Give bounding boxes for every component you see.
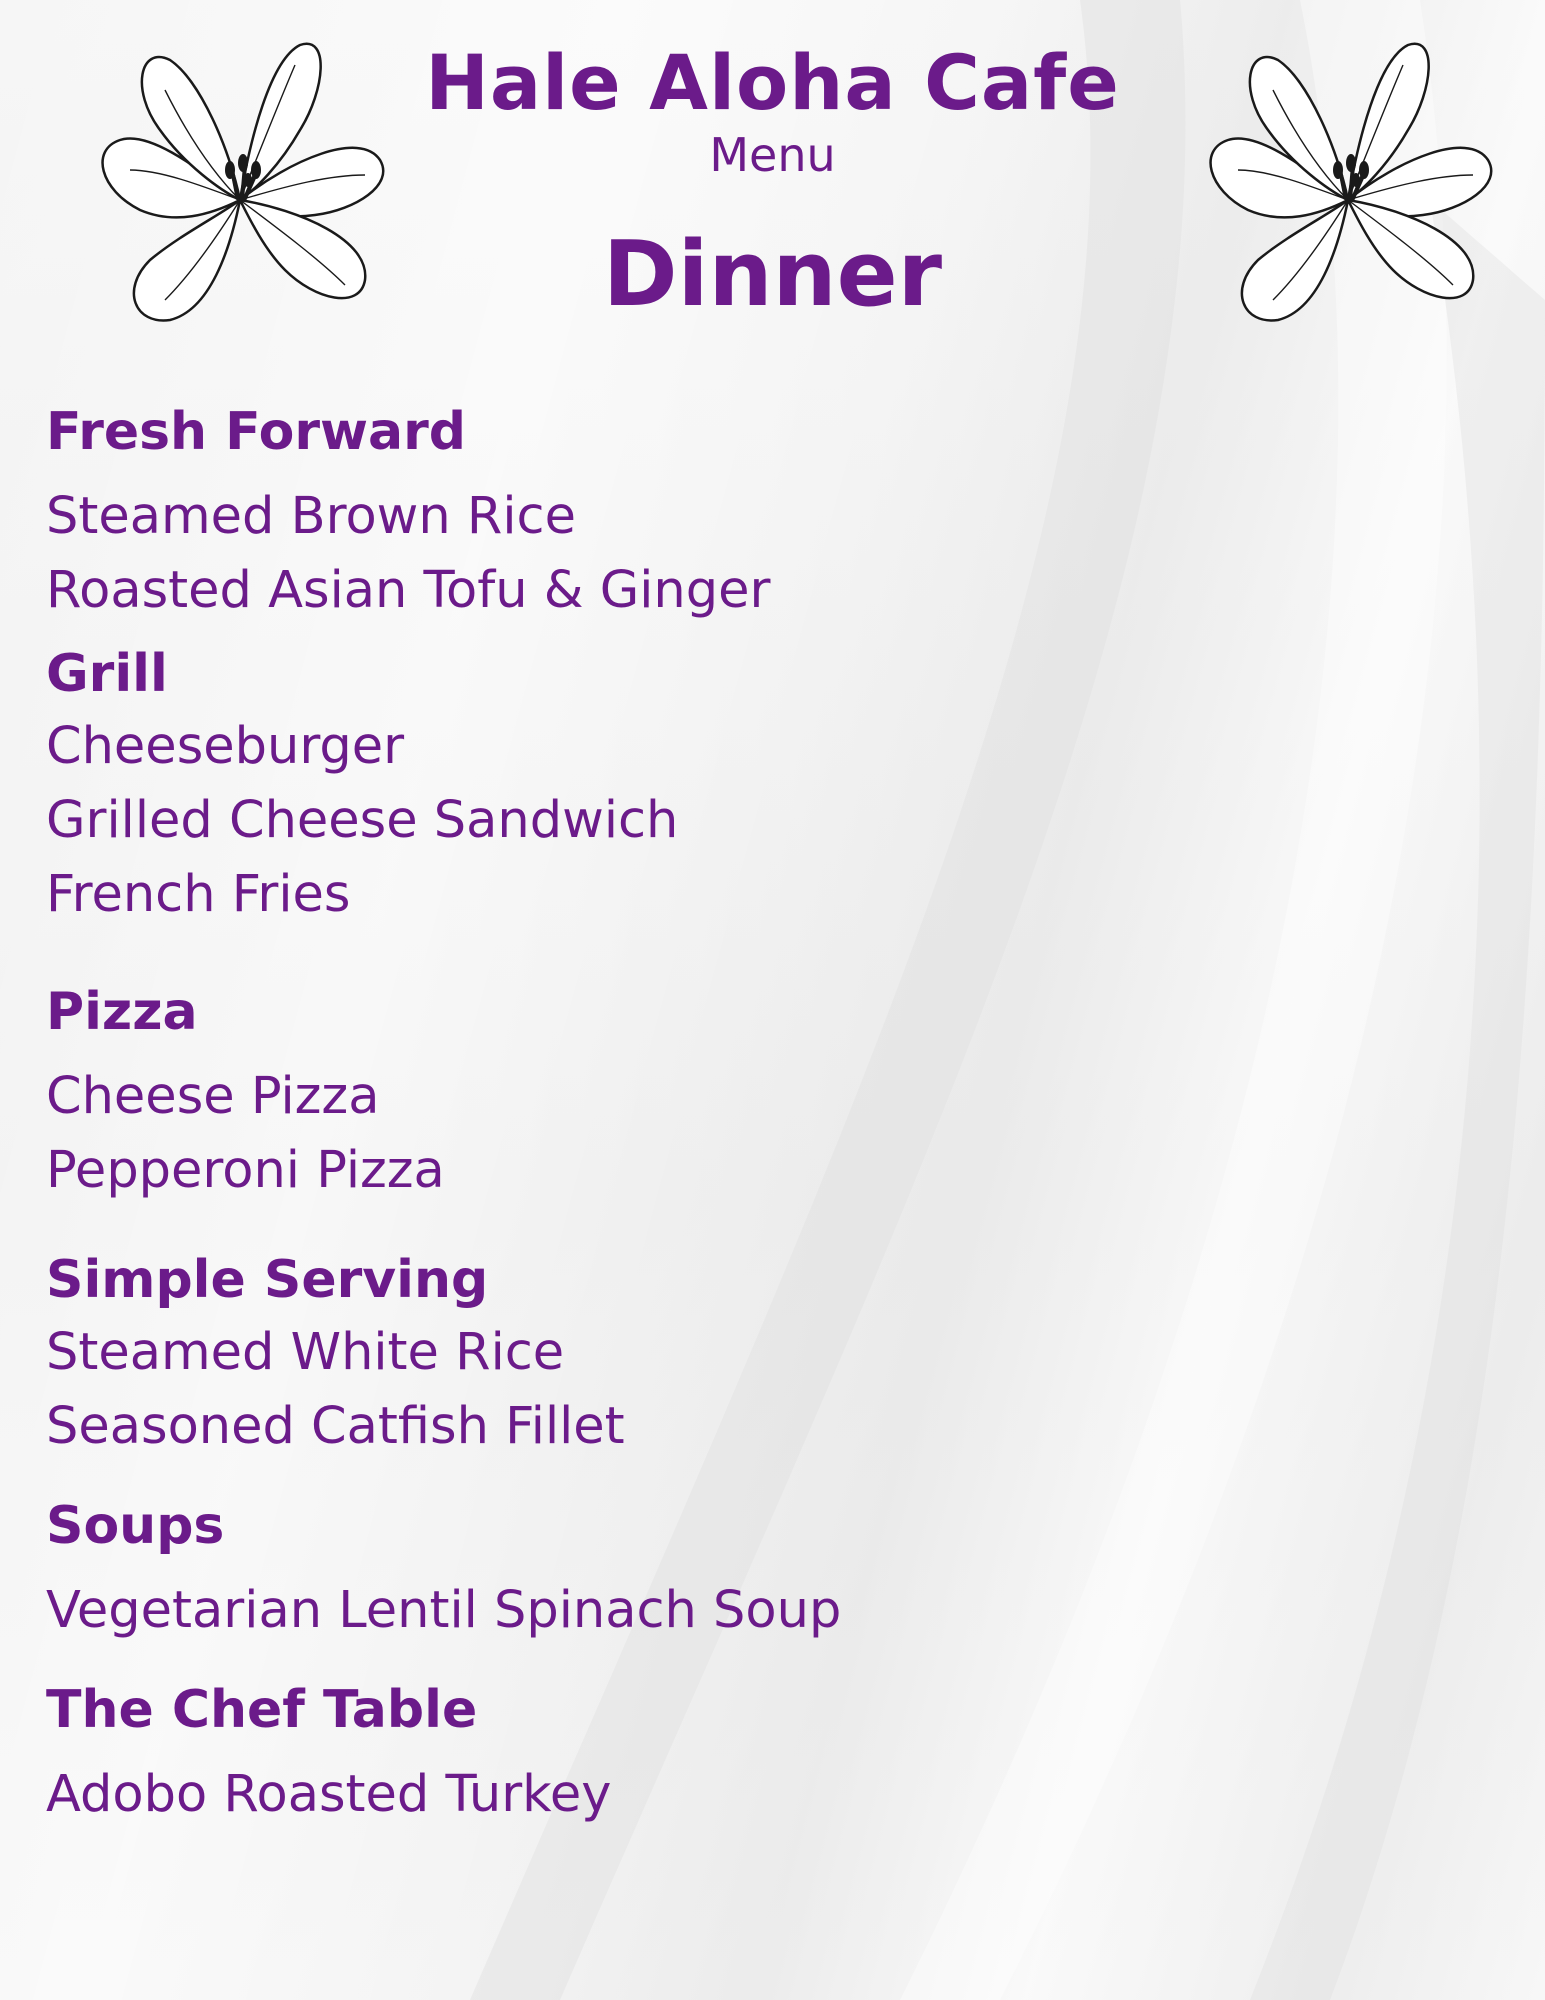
- menu-item: Pepperoni Pizza: [46, 1141, 445, 1200]
- menu-item: Steamed White Rice: [46, 1323, 565, 1382]
- section-title: Fresh Forward: [46, 402, 466, 462]
- menu-item: Vegetarian Lentil Spinach Soup: [46, 1581, 842, 1640]
- menu-item: Steamed Brown Rice: [46, 487, 576, 546]
- section-title: Grill: [46, 644, 168, 704]
- section-title: Soups: [46, 1496, 225, 1556]
- cafe-name: Hale Aloha Cafe: [425, 38, 1120, 127]
- section-title: The Chef Table: [46, 1680, 478, 1740]
- menu-item: Cheeseburger: [46, 717, 405, 776]
- menu-item: Seasoned Catfish Fillet: [46, 1397, 625, 1456]
- menu-section-pizza: Pizza Cheese Pizza Pepperoni Pizza: [46, 976, 1246, 1208]
- menu-item: Adobo Roasted Turkey: [46, 1765, 612, 1824]
- menu-item: French Fries: [46, 865, 351, 924]
- menu-item: Roasted Asian Tofu & Ginger: [46, 561, 771, 620]
- section-title: Simple Serving: [46, 1250, 489, 1310]
- menu-section-fresh-forward: Fresh Forward Steamed Brown Rice Roasted…: [46, 396, 1246, 628]
- menu-section-chef-table: The Chef Table Adobo Roasted Turkey: [46, 1674, 1246, 1832]
- menu-section-simple-serving: Simple Serving Steamed White Rice Season…: [46, 1244, 1246, 1464]
- menu-item: Grilled Cheese Sandwich: [46, 791, 679, 850]
- menu-section-soups: Soups Vegetarian Lentil Spinach Soup: [46, 1490, 1246, 1648]
- section-title: Pizza: [46, 982, 198, 1042]
- menu-list: Fresh Forward Steamed Brown Rice Roasted…: [46, 396, 1246, 1832]
- menu-item: Cheese Pizza: [46, 1067, 380, 1126]
- menu-label: Menu: [709, 128, 836, 182]
- meal-title: Dinner: [602, 222, 943, 327]
- menu-section-grill: Grill Cheeseburger Grilled Cheese Sandwi…: [46, 638, 1246, 932]
